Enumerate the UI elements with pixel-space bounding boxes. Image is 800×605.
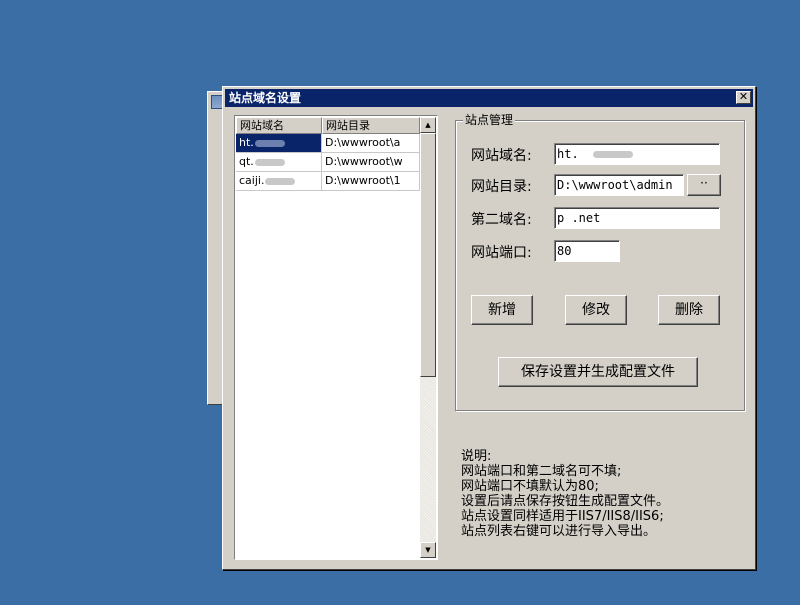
- scrollbar-thumb[interactable]: [420, 133, 436, 377]
- list-header: 网站域名 网站目录: [236, 117, 420, 134]
- port-label: 网站端口:: [471, 245, 532, 261]
- list-item-directory: D:\wwwroot\1: [322, 172, 420, 191]
- redacted-blur: [592, 151, 633, 158]
- instructions-text: 说明: 网站端口和第二域名可不填; 网站端口不填默认为80; 设置后请点保存按钮…: [461, 449, 751, 539]
- close-icon: ✕: [738, 90, 749, 103]
- site-domain-settings-dialog: 站点域名设置 ✕ 网站域名 网站目录 ht. D:\wwwroot\a qt. …: [222, 86, 756, 570]
- save-and-generate-button[interactable]: 保存设置并生成配置文件: [498, 357, 698, 387]
- second-domain-label: 第二域名:: [471, 212, 532, 228]
- scroll-down-button[interactable]: ▼: [420, 542, 436, 558]
- list-item[interactable]: ht. D:\wwwroot\a: [236, 134, 420, 153]
- group-title: 站点管理: [463, 113, 516, 127]
- site-manage-group: 站点管理 网站域名: ht. 网站目录: D:\wwwroot\admin ··…: [455, 113, 745, 411]
- directory-label: 网站目录:: [471, 179, 532, 195]
- note-line: 网站端口不填默认为80;: [461, 479, 599, 494]
- column-header-domain[interactable]: 网站域名: [236, 117, 322, 134]
- list-item[interactable]: qt. D:\wwwroot\w: [236, 153, 420, 172]
- note-line: 站点设置同样适用于IIS7/IIS8/IIS6;: [461, 509, 664, 524]
- chevron-down-icon: ▼: [425, 546, 431, 554]
- domain-label: 网站域名:: [471, 148, 532, 164]
- redacted-blur: [254, 139, 285, 147]
- note-line: 设置后请点保存按钮生成配置文件。: [461, 494, 670, 509]
- list-item-directory: D:\wwwroot\a: [322, 134, 420, 153]
- domain-text: ht.: [239, 136, 254, 149]
- site-list[interactable]: 网站域名 网站目录 ht. D:\wwwroot\a qt. D:\wwwroo…: [234, 115, 438, 560]
- redacted-blur: [254, 158, 285, 166]
- list-item[interactable]: caiji. D:\wwwroot\1: [236, 172, 420, 191]
- port-input[interactable]: 80: [554, 240, 620, 262]
- domain-input-value: ht.: [557, 147, 579, 161]
- redacted-blur: [265, 177, 296, 185]
- domain-text: caiji.: [239, 174, 265, 187]
- close-button[interactable]: ✕: [736, 91, 751, 104]
- column-header-directory[interactable]: 网站目录: [322, 117, 420, 134]
- directory-input[interactable]: D:\wwwroot\admin: [554, 174, 684, 196]
- list-item-domain: ht.: [236, 134, 322, 153]
- note-line: 站点列表右键可以进行导入导出。: [461, 524, 657, 539]
- list-item-directory: D:\wwwroot\w: [322, 153, 420, 172]
- domain-input[interactable]: ht.: [554, 143, 720, 165]
- second-domain-input[interactable]: p .net: [554, 207, 720, 229]
- modify-button[interactable]: 修改: [565, 295, 627, 325]
- chevron-up-icon: ▲: [425, 121, 431, 129]
- scroll-up-button[interactable]: ▲: [420, 117, 436, 133]
- title-bar[interactable]: 站点域名设置 ✕: [225, 89, 753, 107]
- window-title: 站点域名设置: [229, 91, 302, 105]
- note-line: 说明:: [461, 449, 492, 464]
- add-button[interactable]: 新增: [471, 295, 533, 325]
- vertical-scrollbar[interactable]: ▲ ▼: [420, 117, 436, 558]
- list-item-domain: caiji.: [236, 172, 322, 191]
- delete-button[interactable]: 删除: [658, 295, 720, 325]
- note-line: 网站端口和第二域名可不填;: [461, 464, 622, 479]
- list-item-domain: qt.: [236, 153, 322, 172]
- browse-button[interactable]: ··: [687, 174, 721, 196]
- domain-text: qt.: [239, 155, 254, 168]
